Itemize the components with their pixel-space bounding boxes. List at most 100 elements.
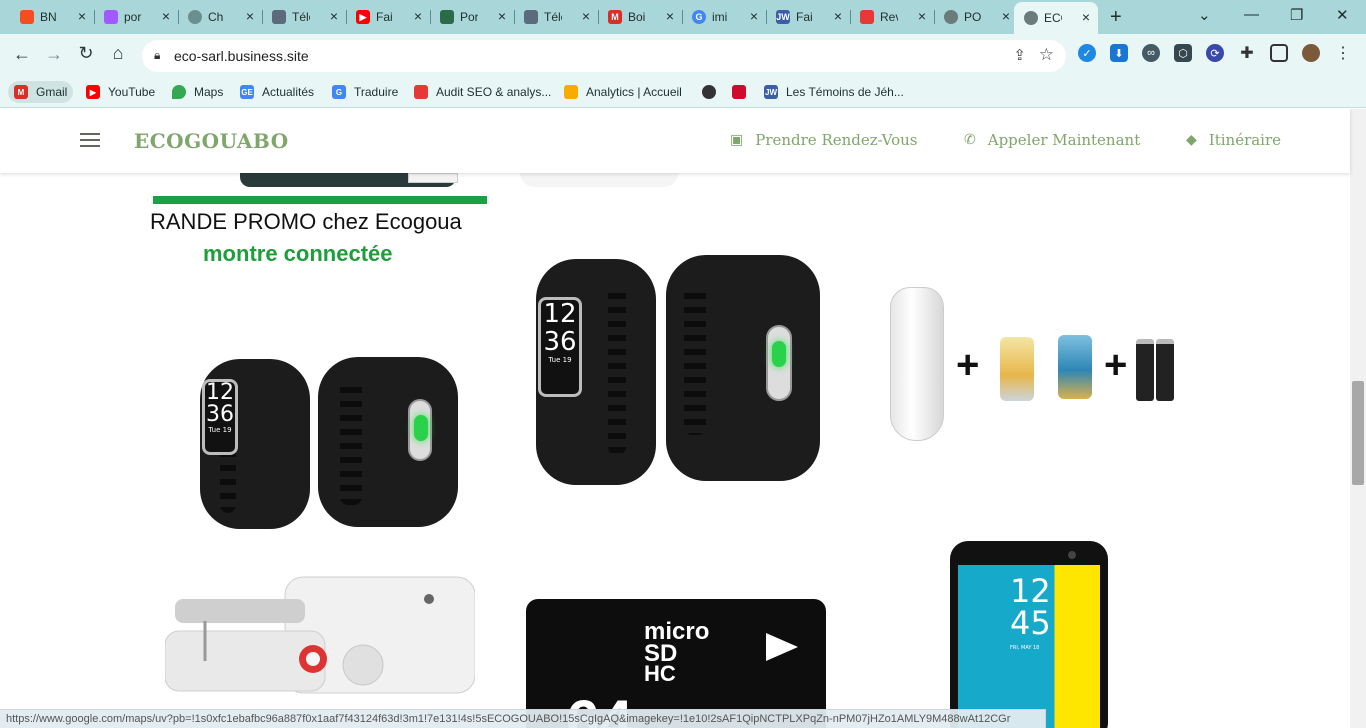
browser-tab[interactable]: Rev×	[850, 4, 934, 30]
camera-icon	[1068, 551, 1076, 559]
site-header: ECOGOUABO ▣ Prendre Rendez-Vous ✆ Appele…	[0, 109, 1350, 173]
puzzle-icon[interactable]: ✚	[1238, 44, 1256, 62]
bookmark-analytics[interactable]: Analytics | Accueil	[558, 81, 688, 103]
hexagon-extension-icon[interactable]: ⬡	[1174, 44, 1192, 62]
globe-icon	[702, 85, 716, 99]
browser-tab[interactable]: BN ×	[10, 4, 94, 30]
gmail-icon: M	[608, 10, 622, 24]
back-icon[interactable]: ←	[11, 44, 33, 65]
menu-kebab-icon[interactable]: ⋮	[1334, 44, 1352, 62]
url-text[interactable]: eco-sarl.business.site	[174, 48, 309, 64]
address-bar[interactable]: 🔒︎ eco-sarl.business.site ⇪ ☆	[142, 40, 1066, 72]
bookmark-jw[interactable]: JW Les Témoins de Jéh...	[758, 81, 910, 103]
close-tab-icon[interactable]: ×	[498, 9, 506, 23]
layers-icon	[272, 10, 286, 24]
download-icon[interactable]: ⬇	[1110, 44, 1128, 62]
close-tab-icon[interactable]: ×	[582, 9, 590, 23]
window-close-icon[interactable]: ✕	[1336, 6, 1349, 24]
hamburger-menu-icon[interactable]	[80, 133, 100, 147]
tab-search-chevron-icon[interactable]: ⌄	[1198, 6, 1211, 24]
browser-tab[interactable]: por ×	[94, 4, 178, 30]
maps-icon	[172, 85, 186, 99]
share-icon[interactable]: ⇪	[1013, 46, 1026, 64]
call-now-button[interactable]: ✆ Appeler Maintenant	[964, 131, 1140, 149]
battery-2	[1156, 339, 1174, 401]
close-tab-icon[interactable]: ×	[750, 9, 758, 23]
sidepanel-icon[interactable]	[1270, 44, 1288, 62]
figma-icon	[104, 10, 118, 24]
bookmark-huawei[interactable]	[726, 81, 752, 103]
reload-icon[interactable]: ↻	[75, 43, 97, 64]
gallery-image-handheld-sewing-machine[interactable]	[165, 561, 475, 728]
site-brand[interactable]: ECOGOUABO	[134, 129, 289, 153]
browser-tab[interactable]: JW Fai ×	[766, 4, 850, 30]
lock-icon[interactable]: 🔒︎	[154, 48, 160, 63]
youtube-icon: ▶	[356, 10, 370, 24]
gallery-image-smartphone[interactable]: 12 45 FRI, MAY 18	[950, 541, 1108, 728]
chatgpt-icon	[188, 10, 202, 24]
browser-tab[interactable]: Ch ×	[178, 4, 262, 30]
close-tab-icon[interactable]: ×	[162, 9, 170, 23]
checkmark-extension-icon[interactable]: ✓	[1078, 44, 1096, 62]
bookmark-gmail[interactable]: M Gmail	[8, 81, 74, 103]
close-tab-icon[interactable]: ×	[666, 9, 674, 23]
close-tab-icon[interactable]: ×	[918, 9, 926, 23]
huawei-icon	[732, 85, 746, 99]
bookmark-maps[interactable]: Maps	[166, 81, 229, 103]
close-tab-icon[interactable]: ×	[414, 9, 422, 23]
book-appointment-button[interactable]: ▣ Prendre Rendez-Vous	[730, 131, 918, 149]
bookmark-youtube[interactable]: ▶ YouTube	[80, 81, 161, 103]
bookmark-globe[interactable]	[696, 81, 722, 103]
promo-banner-bar	[153, 196, 487, 204]
google-icon: G	[692, 10, 706, 24]
bookmark-translate[interactable]: G Traduire	[326, 81, 404, 103]
review-icon	[860, 10, 874, 24]
calendar-icon: ▣	[730, 132, 744, 148]
gallery-image-smartwatch-1[interactable]: 12 36 Tue 19	[192, 349, 462, 539]
youtube-icon: ▶	[86, 85, 100, 99]
avatar-icon	[440, 10, 454, 24]
browser-tab[interactable]: M Boi ×	[598, 4, 682, 30]
jw-icon: JW	[764, 85, 778, 99]
browser-tab[interactable]: ▶ Fai ×	[346, 4, 430, 30]
browser-tab[interactable]: Por ×	[430, 4, 514, 30]
gallery-image-partial-2[interactable]	[520, 173, 678, 187]
close-tab-icon[interactable]: ×	[330, 9, 338, 23]
translate-extension-icon[interactable]: ⟳	[1206, 44, 1224, 62]
home-icon[interactable]: ⌂	[107, 43, 129, 64]
profile-avatar[interactable]	[1302, 44, 1320, 62]
gallery-image-smartwatch-2[interactable]: 12 36 Tue 19	[528, 255, 824, 491]
close-tab-icon[interactable]: ×	[834, 9, 842, 23]
directions-button[interactable]: ◆ Itinéraire	[1186, 131, 1281, 149]
link-status-bubble: https://www.google.com/maps/uv?pb=!1s0xf…	[0, 709, 1046, 728]
browser-tab[interactable]: Télé×	[514, 4, 598, 30]
promo-text-line2: montre connectée	[203, 241, 393, 266]
translate-icon: G	[332, 85, 346, 99]
close-tab-icon[interactable]: ×	[1002, 9, 1010, 23]
browser-tab[interactable]: Télé×	[262, 4, 346, 30]
link-extension-icon[interactable]: ∞	[1142, 44, 1160, 62]
bookmark-seo-audit[interactable]: Audit SEO & analys...	[408, 81, 557, 103]
layers-icon	[524, 10, 538, 24]
bookmark-star-icon[interactable]: ☆	[1039, 45, 1054, 65]
close-tab-icon[interactable]: ×	[1082, 10, 1090, 24]
plus-sign: +	[1104, 343, 1128, 387]
refill-can-1	[1000, 337, 1034, 401]
close-tab-icon[interactable]: ×	[78, 9, 86, 23]
restore-icon[interactable]: ❐	[1290, 6, 1303, 24]
bookmark-news[interactable]: GE Actualités	[234, 81, 320, 103]
phone-icon: ✆	[964, 132, 976, 148]
analytics-icon	[564, 85, 578, 99]
new-tab-icon[interactable]: +	[1110, 6, 1122, 29]
web-page: ECOGOUABO ▣ Prendre Rendez-Vous ✆ Appele…	[0, 109, 1366, 728]
browser-tab[interactable]: Gimi ×	[682, 4, 766, 30]
forward-icon[interactable]: →	[43, 44, 65, 65]
battery-1	[1136, 339, 1154, 401]
scrollbar-thumb[interactable]	[1352, 381, 1364, 485]
browser-tab-active[interactable]: ECO×	[1014, 2, 1098, 34]
gallery-image-air-freshener-dispenser[interactable]	[890, 287, 944, 441]
browser-tab[interactable]: PO ×	[934, 4, 1018, 30]
minimize-icon[interactable]: —	[1244, 6, 1259, 23]
globe-icon	[944, 10, 958, 24]
close-tab-icon[interactable]: ×	[246, 9, 254, 23]
